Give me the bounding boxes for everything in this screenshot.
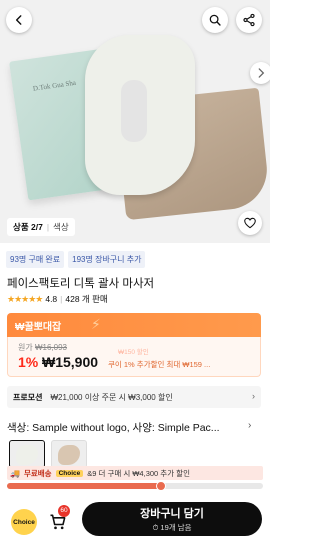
promo-label: ₩꿀뽀대잡 xyxy=(15,321,62,333)
rating-row[interactable]: ★★★★★ 4.8 | 428 개 판매 xyxy=(7,293,108,305)
product-image-carousel[interactable]: D.Tok Gua Sha 상품 2/7 | 색상 xyxy=(0,0,270,243)
stock-remaining: ⏱ 19개 남음 xyxy=(152,523,192,532)
discount-rate: 1% xyxy=(18,354,39,370)
option-thumbnail-selected[interactable] xyxy=(9,440,45,468)
star-rating-icon: ★★★★★ xyxy=(7,293,43,304)
progress-fill xyxy=(7,483,161,489)
promotion-label: 프로모션 xyxy=(13,392,43,402)
image-counter: 상품 2/7 | 색상 xyxy=(7,218,75,236)
chevron-right-icon xyxy=(258,68,265,78)
choice-logo-button[interactable]: Choice xyxy=(11,509,37,535)
price-box: 원가 ₩16,093 1% ₩15,900 ₩150 할인 쿠이 1% 추가할인… xyxy=(7,337,261,377)
divider: | xyxy=(60,294,63,304)
add-to-cart-label: 장바구니 담기 xyxy=(140,508,204,520)
original-price: 원가 ₩16,093 xyxy=(18,343,67,352)
rating-value: 4.8 xyxy=(45,294,58,304)
sales-count: 428 개 판매 xyxy=(65,294,108,304)
coupon-faded-text: ₩150 할인 xyxy=(118,349,149,356)
tag-purchased: 93명 구매 완료 xyxy=(6,251,65,268)
free-shipping-label: 무료배송 xyxy=(23,468,52,478)
free-shipping-bar: 🚚 무료배송 Choice &9 더 구매 시 ₩4,300 추가 할인 xyxy=(7,466,263,480)
promotion-text: ₩21,000 이상 주문 시 ₩3,000 할인 xyxy=(50,392,173,402)
original-price-value: ₩16,093 xyxy=(34,343,67,352)
lightning-icon: ⚡ xyxy=(91,316,101,332)
tag-in-cart: 193명 장바구니 추가 xyxy=(68,251,146,268)
heart-icon xyxy=(244,217,256,229)
share-button[interactable] xyxy=(236,7,262,33)
option-thumbnail[interactable] xyxy=(51,440,87,468)
sale-price: ₩15,900 xyxy=(42,354,99,370)
add-to-cart-button[interactable]: 장바구니 담기 ⏱ 19개 남음 xyxy=(82,502,262,536)
free-shipping-text: &9 더 구매 시 ₩4,300 추가 할인 xyxy=(87,468,190,478)
chevron-left-icon xyxy=(15,15,22,25)
option-selection-label[interactable]: 색상: Sample without logo, 사양: Simple Pac.… xyxy=(7,420,235,435)
promo-banner: ₩꿀뽀대잡 ⚡ xyxy=(7,313,261,337)
search-button[interactable] xyxy=(202,7,228,33)
promotion-row[interactable]: 프로모션 ₩21,000 이상 주문 시 ₩3,000 할인 › xyxy=(7,386,261,408)
cart-count-badge: 60 xyxy=(58,505,70,517)
free-shipping-progress xyxy=(7,481,263,491)
image-counter-category[interactable]: 색상 xyxy=(53,218,69,236)
box-label: D.Tok Gua Sha xyxy=(32,78,77,93)
truck-icon: 🚚 xyxy=(10,468,20,478)
product-title: 페이스팩토리 디톡 괄사 마사저 xyxy=(7,278,155,290)
chevron-right-icon: › xyxy=(252,391,255,401)
share-icon xyxy=(243,13,255,27)
coupon-text[interactable]: 쿠이 1% 추가할인 최대 ₩159 ... xyxy=(108,359,210,370)
chevron-right-icon[interactable]: › xyxy=(248,420,251,431)
image-counter-current: 상품 2/7 xyxy=(13,222,43,232)
image-next-button[interactable] xyxy=(250,62,270,84)
search-icon xyxy=(209,14,221,26)
choice-badge: Choice xyxy=(55,469,84,477)
back-button[interactable] xyxy=(6,7,32,33)
gua-sha-image xyxy=(85,35,195,195)
wishlist-button[interactable] xyxy=(238,211,262,235)
divider: | xyxy=(46,222,50,232)
social-proof-tags: 93명 구매 완료 193명 장바구니 추가 xyxy=(6,251,146,268)
progress-knob xyxy=(155,481,166,491)
